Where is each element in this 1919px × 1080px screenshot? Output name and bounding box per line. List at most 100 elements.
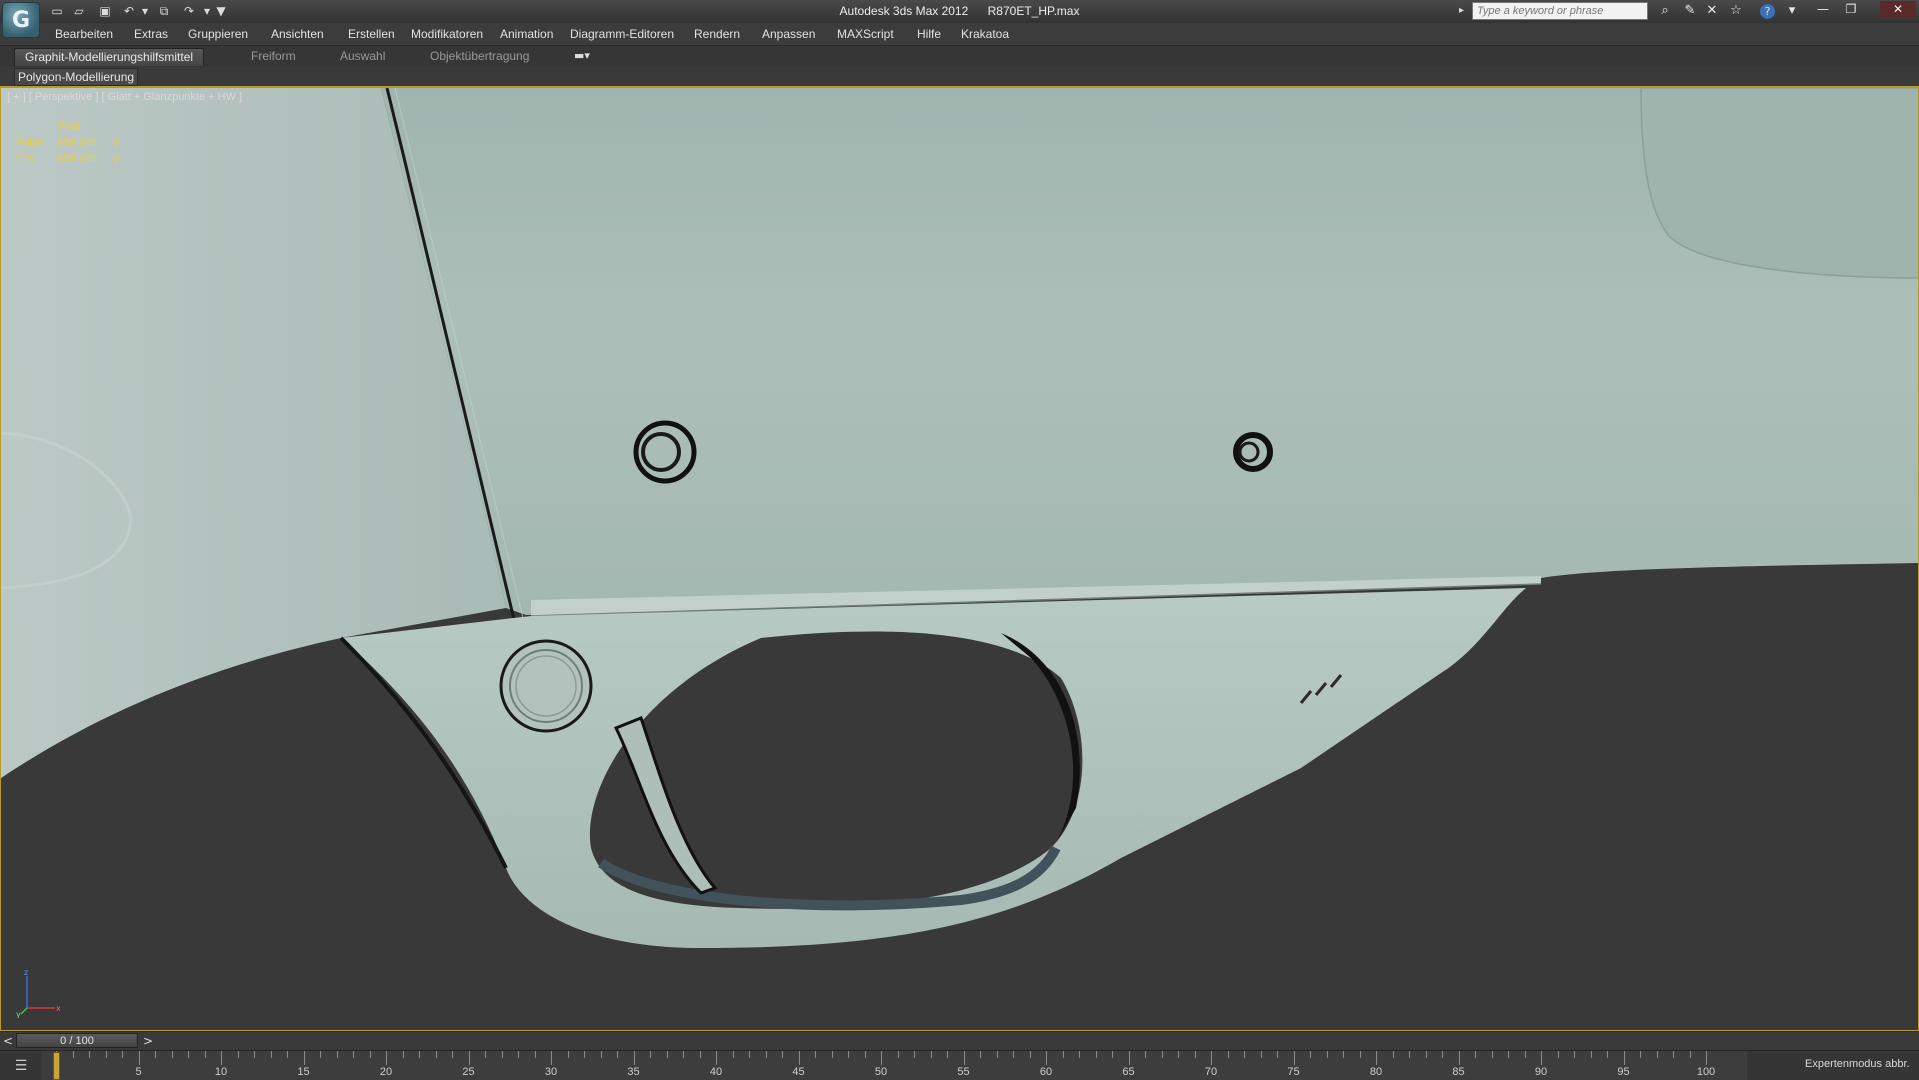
customize-toolbar-icon[interactable]: ▼ — [212, 3, 230, 19]
axis-label-z: z — [24, 968, 28, 977]
frame-tick — [1194, 1051, 1196, 1058]
frame-tick — [386, 1051, 387, 1065]
frame-tick — [1491, 1051, 1493, 1058]
frame-tick — [1640, 1051, 1641, 1058]
help-icon[interactable]: ? — [1760, 4, 1775, 19]
maximize-button[interactable]: ❐ — [1840, 1, 1862, 18]
file-name: R870ET_HP.max — [987, 4, 1080, 18]
menu-item-bearbeiten[interactable]: Bearbeiten — [55, 27, 113, 41]
stats-tris-selected: 0 — [113, 153, 120, 165]
frame-tick — [1508, 1051, 1509, 1058]
frame-tick — [1425, 1051, 1427, 1058]
frame-tick — [1128, 1051, 1130, 1065]
time-slider-next-button[interactable]: > — [141, 1033, 155, 1049]
hold-icon[interactable]: ⧉ — [155, 3, 173, 19]
frame-tick — [716, 1051, 717, 1065]
help-dropdown-icon[interactable]: ▾ — [1782, 2, 1802, 20]
frame-tick — [1409, 1051, 1410, 1058]
track-bar-menu-icon[interactable]: ☰ — [8, 1057, 34, 1075]
menu-item-maxscript[interactable]: MAXScript — [837, 27, 894, 41]
ribbon-tab-0[interactable]: Graphit-Modellierungshilfsmittel — [14, 48, 205, 66]
frame-tick — [419, 1051, 420, 1058]
stats-tris-label: Tris: — [16, 153, 37, 165]
viewport-label[interactable]: [ + ] [ Perspektive ] [ Glatt + Glanzpun… — [7, 91, 242, 103]
ribbon-tab-2[interactable]: Auswahl — [330, 48, 395, 65]
binoculars-icon[interactable]: ⌕ — [1655, 2, 1675, 20]
frame-tick — [567, 1051, 569, 1058]
frame-tick — [1112, 1051, 1113, 1058]
ribbon-tab-bar: ▬▾ Graphit-Modellierungshilfsmittel Freif… — [0, 46, 1919, 68]
communication-center-icon[interactable]: ✕ — [1702, 2, 1722, 20]
menu-item-hilfe[interactable]: Hilfe — [917, 27, 941, 41]
frame-tick — [1095, 1051, 1097, 1058]
stats-header: Total — [57, 121, 81, 133]
menu-item-erstellen[interactable]: Erstellen — [348, 27, 395, 41]
search-input[interactable] — [1472, 2, 1648, 20]
close-button[interactable]: ✕ — [1880, 1, 1916, 18]
frame-tick — [1574, 1051, 1575, 1058]
open-folder-icon[interactable]: ▱ — [70, 3, 88, 19]
menu-item-animation[interactable]: Animation — [500, 27, 553, 41]
app-logo-button[interactable]: G — [2, 2, 40, 38]
frame-tick — [254, 1051, 255, 1058]
frame-tick — [1706, 1051, 1707, 1065]
menu-item-anpassen[interactable]: Anpassen — [762, 27, 815, 41]
frame-tick — [518, 1051, 519, 1058]
stats-tris-total: 850.428 — [57, 153, 97, 165]
frame-tick — [270, 1051, 272, 1058]
menu-item-extras[interactable]: Extras — [134, 27, 168, 41]
frame-tick — [1013, 1051, 1014, 1058]
shotgun-receiver-model[interactable] — [1, 88, 1919, 1031]
new-file-icon[interactable]: ▭ — [48, 3, 66, 19]
ribbon-tab-3[interactable]: Objektübertragung — [420, 48, 539, 65]
frame-tick — [1656, 1051, 1658, 1058]
frame-tick — [1673, 1051, 1674, 1058]
frame-tick-label: 15 — [297, 1066, 310, 1078]
menu-item-krakatoa[interactable]: Krakatoa — [961, 27, 1009, 41]
frame-tick — [930, 1051, 932, 1058]
title-bar: Autodesk 3ds Max 2012 R870ET_HP.max ▭ ▱ ▣ ↶… — [0, 0, 1919, 24]
frame-tick — [1277, 1051, 1278, 1058]
menu-item-gruppieren[interactable]: Gruppieren — [188, 27, 248, 41]
redo-icon[interactable]: ↷ — [180, 3, 198, 19]
frame-tick — [237, 1051, 239, 1058]
polygon-modeling-panel-button[interactable]: Polygon-Modellierung — [14, 68, 139, 86]
menu-item-ansichten[interactable]: Ansichten — [271, 27, 324, 41]
current-frame-marker[interactable] — [53, 1052, 60, 1080]
expert-mode-cancel-button[interactable]: Expertenmodus abbr. — [1805, 1058, 1910, 1070]
save-icon[interactable]: ▣ — [96, 3, 114, 19]
frame-tick — [749, 1051, 750, 1058]
favorites-star-icon[interactable]: ☆ — [1726, 2, 1746, 20]
frame-tick — [633, 1051, 635, 1065]
undo-dropdown-icon[interactable]: ▾ — [136, 3, 154, 19]
frame-tick — [1161, 1051, 1163, 1058]
frame-tick — [897, 1051, 899, 1058]
wrench-icon[interactable]: ✎ — [1680, 2, 1700, 20]
frame-tick — [864, 1051, 866, 1058]
frame-tick — [1046, 1051, 1047, 1065]
frame-tick-label: 5 — [135, 1066, 142, 1078]
frame-tick — [1260, 1051, 1262, 1058]
frame-ruler[interactable]: 5 10 15 20 25 30 35 40 45 50 55 60 65 70 75 80 85 90 95 100 — [42, 1051, 1747, 1080]
frame-tick — [1392, 1051, 1394, 1058]
frame-tick — [105, 1051, 107, 1058]
frame-tick-label: 55 — [957, 1066, 970, 1078]
perspective-viewport[interactable]: [ + ] [ Perspektive ] [ Glatt + Glanzpun… — [0, 88, 1919, 1031]
search-expand-icon[interactable]: ▸ — [1459, 4, 1467, 18]
frame-tick — [171, 1051, 173, 1058]
time-slider-prev-button[interactable]: < — [1, 1033, 15, 1049]
frame-tick — [369, 1051, 371, 1058]
time-slider[interactable]: 0 / 100 — [16, 1033, 138, 1048]
ribbon-tab-1[interactable]: Freiform — [241, 48, 306, 65]
minimize-button[interactable]: — — [1812, 1, 1834, 18]
menu-item-modifikatoren[interactable]: Modifikatoren — [411, 27, 483, 41]
frame-tick — [89, 1051, 90, 1058]
frame-tick — [1145, 1051, 1146, 1058]
ribbon-options-icon[interactable]: ▬▾ — [574, 49, 590, 62]
menu-item-rendern[interactable]: Rendern — [694, 27, 740, 41]
frame-tick — [699, 1051, 701, 1058]
axis-tripod-icon: z x y — [16, 968, 61, 1018]
frame-tick — [188, 1051, 189, 1058]
frame-tick — [1244, 1051, 1245, 1058]
menu-item-diagramm-editoren[interactable]: Diagramm-Editoren — [570, 27, 674, 41]
